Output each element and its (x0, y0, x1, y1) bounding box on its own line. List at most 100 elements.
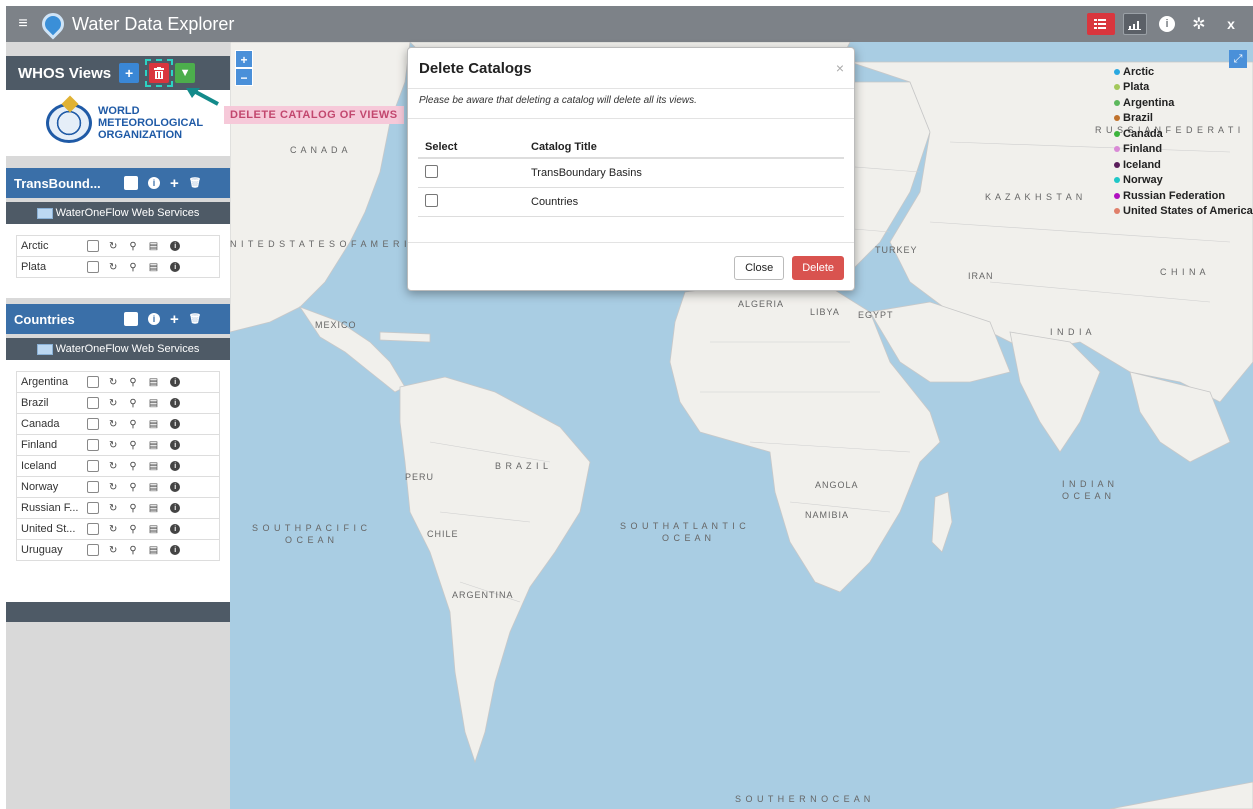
info-icon[interactable]: i (170, 482, 181, 492)
service-icon (36, 343, 53, 355)
delete-button[interactable]: Delete (792, 256, 844, 280)
table-icon[interactable]: ▤ (149, 262, 158, 273)
refresh-icon[interactable]: ↻ (109, 398, 117, 409)
list-item[interactable]: Iceland ↻ ⚲ ▤ i (16, 455, 220, 477)
info-icon[interactable]: i (170, 419, 181, 429)
service-label: WaterOneFlow Web Services (55, 343, 200, 355)
group-header-countries[interactable]: Countries i + 🗑 (6, 304, 230, 334)
gear-icon[interactable]: ✲ (1187, 13, 1211, 35)
location-icon[interactable]: ⚲ (129, 419, 136, 430)
refresh-icon[interactable]: ↻ (109, 461, 117, 472)
table-icon[interactable]: ▤ (149, 398, 158, 409)
location-icon[interactable]: ⚲ (129, 262, 136, 273)
table-icon[interactable]: ▤ (149, 545, 158, 556)
refresh-icon[interactable]: ↻ (109, 241, 117, 252)
location-icon[interactable]: ⚲ (129, 545, 136, 556)
info-icon[interactable]: i (170, 440, 181, 450)
trash-icon (154, 67, 165, 79)
refresh-icon[interactable]: ↻ (109, 524, 117, 535)
list-item[interactable]: Uruguay ↻ ⚲ ▤ i (16, 539, 220, 561)
zoom-out-button[interactable]: − (235, 68, 253, 86)
zoom-in-button[interactable]: + (235, 50, 253, 68)
list-item-checkbox[interactable] (87, 397, 99, 409)
location-icon[interactable]: ⚲ (129, 503, 136, 514)
info-icon[interactable]: i (170, 241, 181, 251)
table-icon[interactable]: ▤ (149, 461, 158, 472)
add-icon[interactable]: + (170, 311, 179, 328)
table-icon[interactable]: ▤ (149, 241, 158, 252)
location-icon[interactable]: ⚲ (129, 461, 136, 472)
list-item-checkbox[interactable] (87, 261, 99, 273)
catalog-checkbox[interactable] (425, 194, 438, 207)
info-icon[interactable]: i (148, 177, 160, 189)
info-icon[interactable]: i (170, 377, 181, 387)
list-item-checkbox[interactable] (87, 376, 99, 388)
refresh-icon[interactable]: ↻ (109, 545, 117, 556)
table-icon[interactable]: ▤ (149, 377, 158, 388)
list-item[interactable]: Brazil ↻ ⚲ ▤ i (16, 392, 220, 414)
info-icon[interactable]: i (170, 461, 181, 471)
location-icon[interactable]: ⚲ (129, 241, 136, 252)
modal-warning: Please be aware that deleting a catalog … (419, 95, 697, 106)
list-item[interactable]: Plata ↻ ⚲ ▤ i (16, 256, 220, 278)
group-checkbox[interactable] (124, 176, 138, 190)
list-item[interactable]: Canada ↻ ⚲ ▤ i (16, 413, 220, 435)
table-icon[interactable]: ▤ (149, 524, 158, 535)
graph-icon[interactable] (1123, 13, 1147, 35)
list-item[interactable]: Russian F... ↻ ⚲ ▤ i (16, 497, 220, 519)
table-icon[interactable]: ▤ (149, 419, 158, 430)
info-button[interactable]: i (1155, 13, 1179, 35)
group-checkbox[interactable] (124, 312, 138, 326)
refresh-icon[interactable]: ↻ (109, 377, 117, 388)
refresh-icon[interactable]: ↻ (109, 440, 117, 451)
list-item-checkbox[interactable] (87, 240, 99, 252)
list-item-checkbox[interactable] (87, 502, 99, 514)
info-icon[interactable]: i (170, 503, 181, 513)
location-icon[interactable]: ⚲ (129, 398, 136, 409)
table-icon[interactable]: ▤ (149, 482, 158, 493)
delete-catalog-button[interactable] (149, 63, 170, 83)
close-icon[interactable]: × (836, 60, 844, 76)
location-icon[interactable]: ⚲ (129, 377, 136, 388)
list-item-checkbox[interactable] (87, 481, 99, 493)
table-icon[interactable]: ▤ (149, 440, 158, 451)
list-item[interactable]: Argentina ↻ ⚲ ▤ i (16, 371, 220, 393)
location-icon[interactable]: ⚲ (129, 524, 136, 535)
list-item[interactable]: Arctic ↻ ⚲ ▤ i (16, 235, 220, 257)
location-icon[interactable]: ⚲ (129, 482, 136, 493)
close-icon[interactable]: x (1219, 13, 1243, 35)
info-icon[interactable]: i (170, 262, 181, 272)
info-icon[interactable]: i (170, 545, 181, 555)
catalog-checkbox[interactable] (425, 165, 438, 178)
close-button[interactable]: Close (734, 256, 785, 280)
trash-icon[interactable]: 🗑 (189, 178, 202, 189)
info-icon[interactable]: i (170, 524, 181, 534)
refresh-icon[interactable]: ↻ (109, 262, 117, 273)
list-item-name: Uruguay (21, 544, 63, 556)
trash-icon[interactable]: 🗑 (189, 314, 202, 325)
add-icon[interactable]: + (170, 175, 179, 192)
filter-button[interactable]: ▼ (175, 63, 196, 83)
list-item-checkbox[interactable] (87, 544, 99, 556)
map-label-southern-ocean: S O U T H E R N O C E A N (735, 794, 872, 804)
list-item[interactable]: Norway ↻ ⚲ ▤ i (16, 476, 220, 498)
list-item[interactable]: Finland ↻ ⚲ ▤ i (16, 434, 220, 456)
delete-catalog-highlight (145, 59, 174, 87)
location-icon[interactable]: ⚲ (129, 440, 136, 451)
group-header-transboundary[interactable]: TransBound... i + 🗑 (6, 168, 230, 198)
add-catalog-button[interactable]: + (119, 63, 140, 83)
list-item-checkbox[interactable] (87, 523, 99, 535)
refresh-icon[interactable]: ↻ (109, 503, 117, 514)
map-label-angola: ANGOLA (815, 480, 859, 490)
list-item-checkbox[interactable] (87, 439, 99, 451)
info-icon[interactable]: i (148, 313, 160, 325)
refresh-icon[interactable]: ↻ (109, 419, 117, 430)
list-view-icon[interactable] (1087, 13, 1115, 35)
info-icon[interactable]: i (170, 398, 181, 408)
menu-icon[interactable]: ≡ (8, 15, 38, 33)
list-item-checkbox[interactable] (87, 460, 99, 472)
table-icon[interactable]: ▤ (149, 503, 158, 514)
list-item[interactable]: United St... ↻ ⚲ ▤ i (16, 518, 220, 540)
list-item-checkbox[interactable] (87, 418, 99, 430)
refresh-icon[interactable]: ↻ (109, 482, 117, 493)
